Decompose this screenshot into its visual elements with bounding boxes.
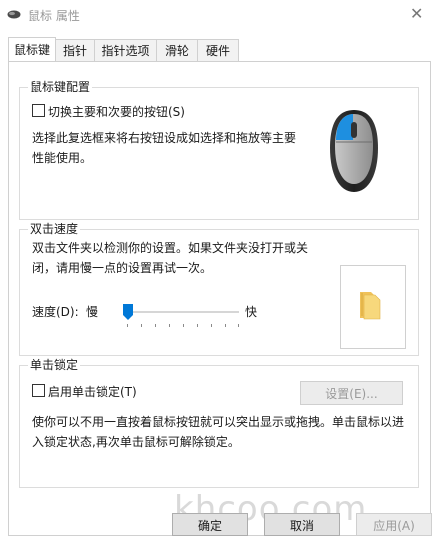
apply-button[interactable]: 应用(A) [356,513,432,536]
tab-label: 指针 [62,44,87,58]
tab-panel-buttons: 鼠标键配置 切换主要和次要的按钮(S) 选择此复选框来将右按钮设成如选择和拖放等… [8,61,431,536]
ok-button[interactable]: 确定 [172,513,248,536]
desc-line: 使你可以不用一直按着鼠标按钮就可以突出显示或拖拽。单击鼠标以进 [32,415,405,429]
slider-thumb[interactable] [123,304,133,320]
tab-label: 指针选项 [101,44,150,58]
double-click-title: 双击速度 [28,221,81,237]
tab-pointer-options[interactable]: 指针选项 [94,39,157,61]
tab-hardware[interactable]: 硬件 [197,39,239,61]
fast-label: 快 [245,305,258,319]
button-config-description: 选择此复选框来将右按钮设成如选择和拖放等主要 性能使用。 [32,128,312,168]
double-click-speed-slider[interactable] [123,303,239,329]
click-lock-title: 单击锁定 [28,357,81,373]
slider-tick [211,324,212,327]
slider-tick [183,324,184,327]
slider-track [123,311,239,313]
switch-buttons-checkbox[interactable] [32,104,45,117]
tab-pointers[interactable]: 指针 [55,39,95,61]
desc-line: 性能使用。 [32,151,93,165]
slider-tick [169,324,170,327]
desc-line: 闭，请用慢一点的设置再试一次。 [32,261,213,275]
click-lock-settings-button[interactable]: 设置(E)... [300,381,403,405]
window-title: 鼠标 属性 [28,9,80,23]
button-config-group: 鼠标键配置 切换主要和次要的按钮(S) 选择此复选框来将右按钮设成如选择和拖放等… [19,79,419,220]
tab-buttons[interactable]: 鼠标键 [8,37,56,61]
tab-label: 硬件 [205,44,230,58]
button-config-title: 鼠标键配置 [28,79,93,95]
slider-tick [127,324,128,327]
folder-icon[interactable] [357,290,383,320]
double-click-group: 双击速度 双击文件夹以检测你的设置。如果文件夹没打开或关 闭，请用慢一点的设置再… [19,221,419,356]
slow-label: 慢 [86,305,99,319]
tab-wheel[interactable]: 滑轮 [156,39,198,61]
enable-click-lock-label: 启用单击锁定(T) [48,385,137,399]
mouse-app-icon [7,10,21,19]
switch-buttons-label: 切换主要和次要的按钮(S) [48,105,185,119]
desc-line: 入锁定状态,再次单击鼠标可解除锁定。 [32,435,240,449]
mouse-illustration-icon [330,110,378,192]
test-folder-area[interactable] [340,265,406,349]
title-bar: 鼠标 属性 ✕ [0,0,439,30]
desc-line: 选择此复选框来将右按钮设成如选择和拖放等主要 [32,131,297,145]
click-lock-description: 使你可以不用一直按着鼠标按钮就可以突出显示或拖拽。单击鼠标以进 入锁定状态,再次… [32,412,417,452]
switch-buttons-option[interactable]: 切换主要和次要的按钮(S) [32,103,185,121]
tab-label: 鼠标键 [13,43,50,57]
close-icon[interactable]: ✕ [410,4,423,23]
enable-click-lock-option[interactable]: 启用单击锁定(T) [32,383,137,401]
slider-tick [141,324,142,327]
click-lock-group: 单击锁定 启用单击锁定(T) 设置(E)... 使你可以不用一直按着鼠标按钮就可… [19,357,419,488]
cancel-button[interactable]: 取消 [264,513,340,536]
slider-tick [225,324,226,327]
enable-click-lock-checkbox[interactable] [32,384,45,397]
desc-line: 双击文件夹以检测你的设置。如果文件夹没打开或关 [32,241,309,255]
double-click-description: 双击文件夹以检测你的设置。如果文件夹没打开或关 闭，请用慢一点的设置再试一次。 [32,238,352,278]
slider-tick [238,324,239,327]
slider-tick [155,324,156,327]
slider-tick [197,324,198,327]
tab-label: 滑轮 [164,44,189,58]
speed-label: 速度(D): [32,305,79,319]
